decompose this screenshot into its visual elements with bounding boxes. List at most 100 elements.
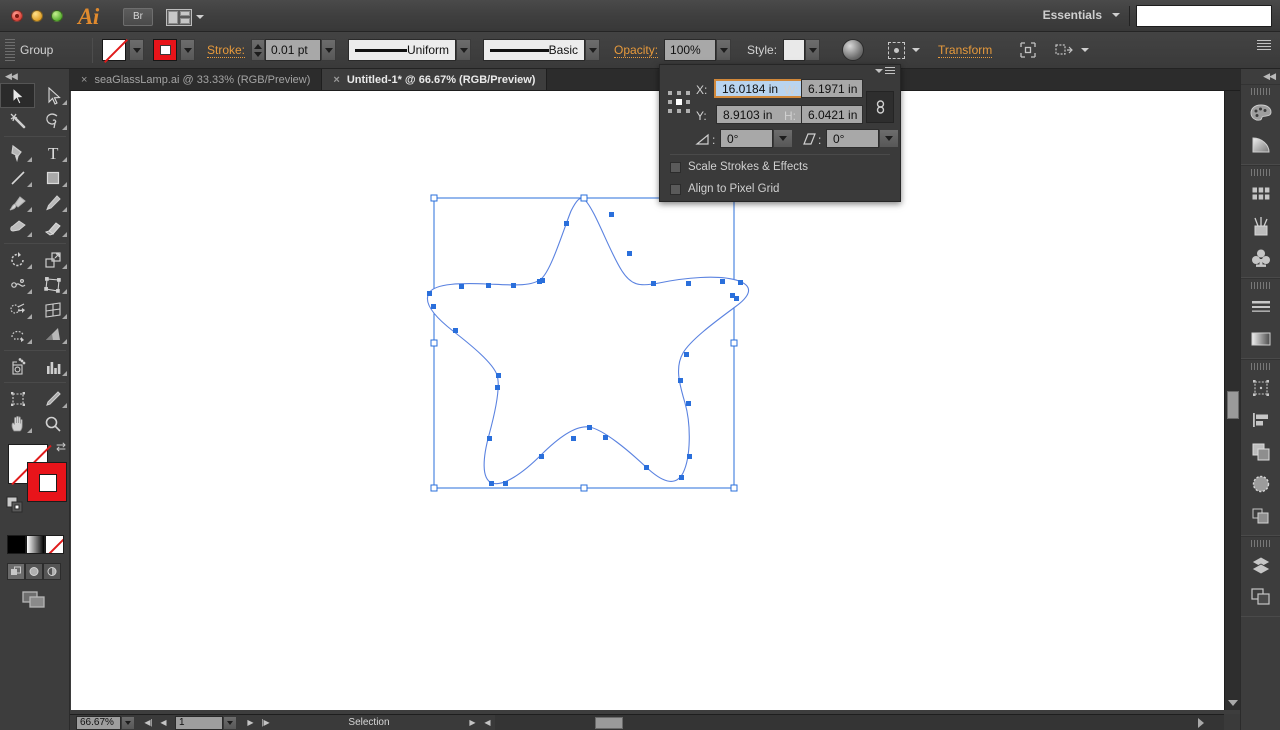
document-tab[interactable]: × seaGlassLamp.ai @ 33.33% (RGB/Preview) — [70, 69, 323, 90]
artboard-dropdown-button[interactable] — [223, 715, 237, 730]
width-profile-select[interactable]: Uniform — [348, 39, 457, 61]
scroll-down-arrow-icon[interactable] — [1228, 700, 1238, 706]
maximize-window-button[interactable] — [51, 10, 63, 22]
scale-strokes-checkbox[interactable] — [670, 161, 681, 173]
document-tab-active[interactable]: × Untitled-1* @ 66.67% (RGB/Preview) — [322, 69, 548, 90]
rotate-angle-input[interactable]: 0° — [720, 129, 773, 148]
fill-dropdown-button[interactable] — [129, 39, 144, 61]
dock-group-grip[interactable] — [1250, 282, 1271, 289]
width-profile-dropdown-button[interactable] — [456, 39, 472, 61]
opacity-label[interactable]: Opacity: — [614, 43, 659, 58]
color-mode-black[interactable] — [7, 535, 26, 554]
column-graph-tool[interactable] — [35, 354, 70, 379]
width-tool[interactable] — [0, 272, 35, 297]
collapse-tools-button[interactable]: ◀◀ — [0, 69, 69, 83]
align-pixel-grid-checkbox[interactable] — [670, 183, 681, 195]
type-tool[interactable]: T — [35, 140, 70, 165]
perspective-grid-tool[interactable] — [35, 297, 70, 322]
control-bar-menu-icon[interactable] — [1257, 40, 1271, 50]
paintbrush-tool[interactable] — [0, 190, 35, 215]
blob-brush-tool[interactable] — [0, 215, 35, 240]
go-to-bridge-button[interactable]: Br — [123, 8, 153, 26]
h-input[interactable]: 6.0421 in — [801, 105, 863, 124]
swap-fill-stroke-icon[interactable]: ⇄ — [56, 440, 66, 454]
transform-each-icon[interactable] — [1018, 40, 1038, 60]
zoom-level-input[interactable]: 66.67% — [76, 715, 121, 730]
magic-wand-tool[interactable] — [0, 108, 35, 133]
expand-panels-button[interactable]: ◀◀ — [1241, 69, 1280, 84]
align-icon[interactable] — [888, 41, 906, 59]
close-icon[interactable]: × — [81, 74, 87, 86]
reference-point-grid[interactable] — [668, 91, 690, 113]
horizontal-scroll-thumb[interactable] — [595, 717, 623, 729]
minimize-window-button[interactable] — [31, 10, 43, 22]
appearance-icon[interactable] — [1241, 500, 1280, 532]
scale-strokes-checkbox-row[interactable]: Scale Strokes & Effects — [670, 161, 808, 173]
draw-inside[interactable] — [43, 563, 61, 580]
brushes-icon[interactable] — [1241, 210, 1280, 242]
transform-link[interactable]: Transform — [938, 43, 993, 58]
zoom-tool[interactable] — [35, 411, 70, 436]
stroke-weight-input[interactable]: 0.01 pt — [265, 39, 322, 61]
pathfinder-icon[interactable] — [1241, 436, 1280, 468]
last-artboard-icon[interactable]: |▶ — [258, 716, 273, 730]
none-mode[interactable] — [45, 535, 64, 554]
brush-definition-select[interactable]: Basic — [483, 39, 586, 61]
constrain-proportions-icon[interactable] — [866, 91, 894, 123]
stroke-panel-icon[interactable] — [1241, 291, 1280, 323]
artboard-number-input[interactable]: 1 — [175, 715, 223, 730]
selection-tool[interactable] — [0, 83, 35, 108]
opacity-dropdown-button[interactable] — [716, 39, 732, 61]
draw-normal[interactable] — [7, 563, 25, 580]
w-input[interactable]: 6.1971 in — [801, 79, 863, 98]
close-icon[interactable]: × — [333, 74, 339, 86]
dock-group-grip[interactable] — [1250, 540, 1271, 547]
fill-swatch[interactable] — [102, 39, 126, 61]
artboard-tool[interactable] — [0, 386, 35, 411]
artboards-panel-icon[interactable] — [1241, 581, 1280, 613]
swatches-icon[interactable] — [1241, 178, 1280, 210]
eraser-tool[interactable] — [35, 215, 70, 240]
recolor-artwork-icon[interactable] — [842, 39, 865, 61]
gradient-tool[interactable] — [35, 322, 70, 347]
arrange-documents-button[interactable] — [166, 8, 210, 26]
y-input[interactable]: 8.9103 in — [716, 105, 811, 124]
change-screen-mode-icon[interactable] — [22, 590, 69, 615]
lasso-tool[interactable] — [35, 108, 70, 133]
stroke-weight-stepper[interactable] — [251, 39, 266, 61]
free-transform-tool[interactable] — [35, 272, 70, 297]
stroke-weight-dropdown-button[interactable] — [321, 39, 337, 61]
stroke-dropdown-button[interactable] — [180, 39, 195, 61]
default-fill-stroke-icon[interactable] — [6, 496, 75, 519]
slice-tool[interactable] — [35, 386, 70, 411]
search-input[interactable] — [1136, 5, 1272, 27]
panel-menu-icon[interactable] — [875, 67, 895, 74]
transform-panel-icon[interactable] — [1241, 372, 1280, 404]
previous-artboard-icon[interactable]: ◀ — [156, 716, 171, 730]
shape-builder-tool[interactable] — [0, 297, 35, 322]
opacity-input[interactable]: 100% — [664, 39, 717, 61]
dock-group-grip[interactable] — [1250, 88, 1271, 95]
status-indicator-label[interactable]: Selection — [273, 717, 465, 728]
rotate-tool[interactable] — [0, 247, 35, 272]
rotate-angle-dropdown-button[interactable] — [773, 129, 793, 148]
next-artboard-icon[interactable]: ▶ — [243, 716, 258, 730]
gradient-mode[interactable] — [26, 535, 45, 554]
shear-angle-dropdown-button[interactable] — [879, 129, 899, 148]
close-window-button[interactable] — [11, 10, 23, 22]
dock-group-grip[interactable] — [1250, 169, 1271, 176]
symbols-icon[interactable] — [1241, 242, 1280, 274]
workspace-switcher[interactable]: Essentials — [1043, 8, 1120, 22]
color-palette-icon[interactable] — [1241, 97, 1280, 129]
zoom-level-dropdown-button[interactable] — [121, 715, 135, 730]
vertical-scroll-thumb[interactable] — [1227, 391, 1239, 419]
stroke-label[interactable]: Stroke: — [207, 43, 246, 58]
dock-group-grip[interactable] — [1250, 363, 1271, 370]
align-panel-icon[interactable] — [1241, 404, 1280, 436]
brush-definition-dropdown-button[interactable] — [585, 39, 601, 61]
color-guide-icon[interactable] — [1241, 129, 1280, 161]
draw-behind[interactable] — [25, 563, 43, 580]
align-pixel-grid-checkbox-row[interactable]: Align to Pixel Grid — [670, 183, 779, 195]
rectangle-tool[interactable] — [35, 165, 70, 190]
gradient-panel-icon[interactable] — [1241, 323, 1280, 355]
